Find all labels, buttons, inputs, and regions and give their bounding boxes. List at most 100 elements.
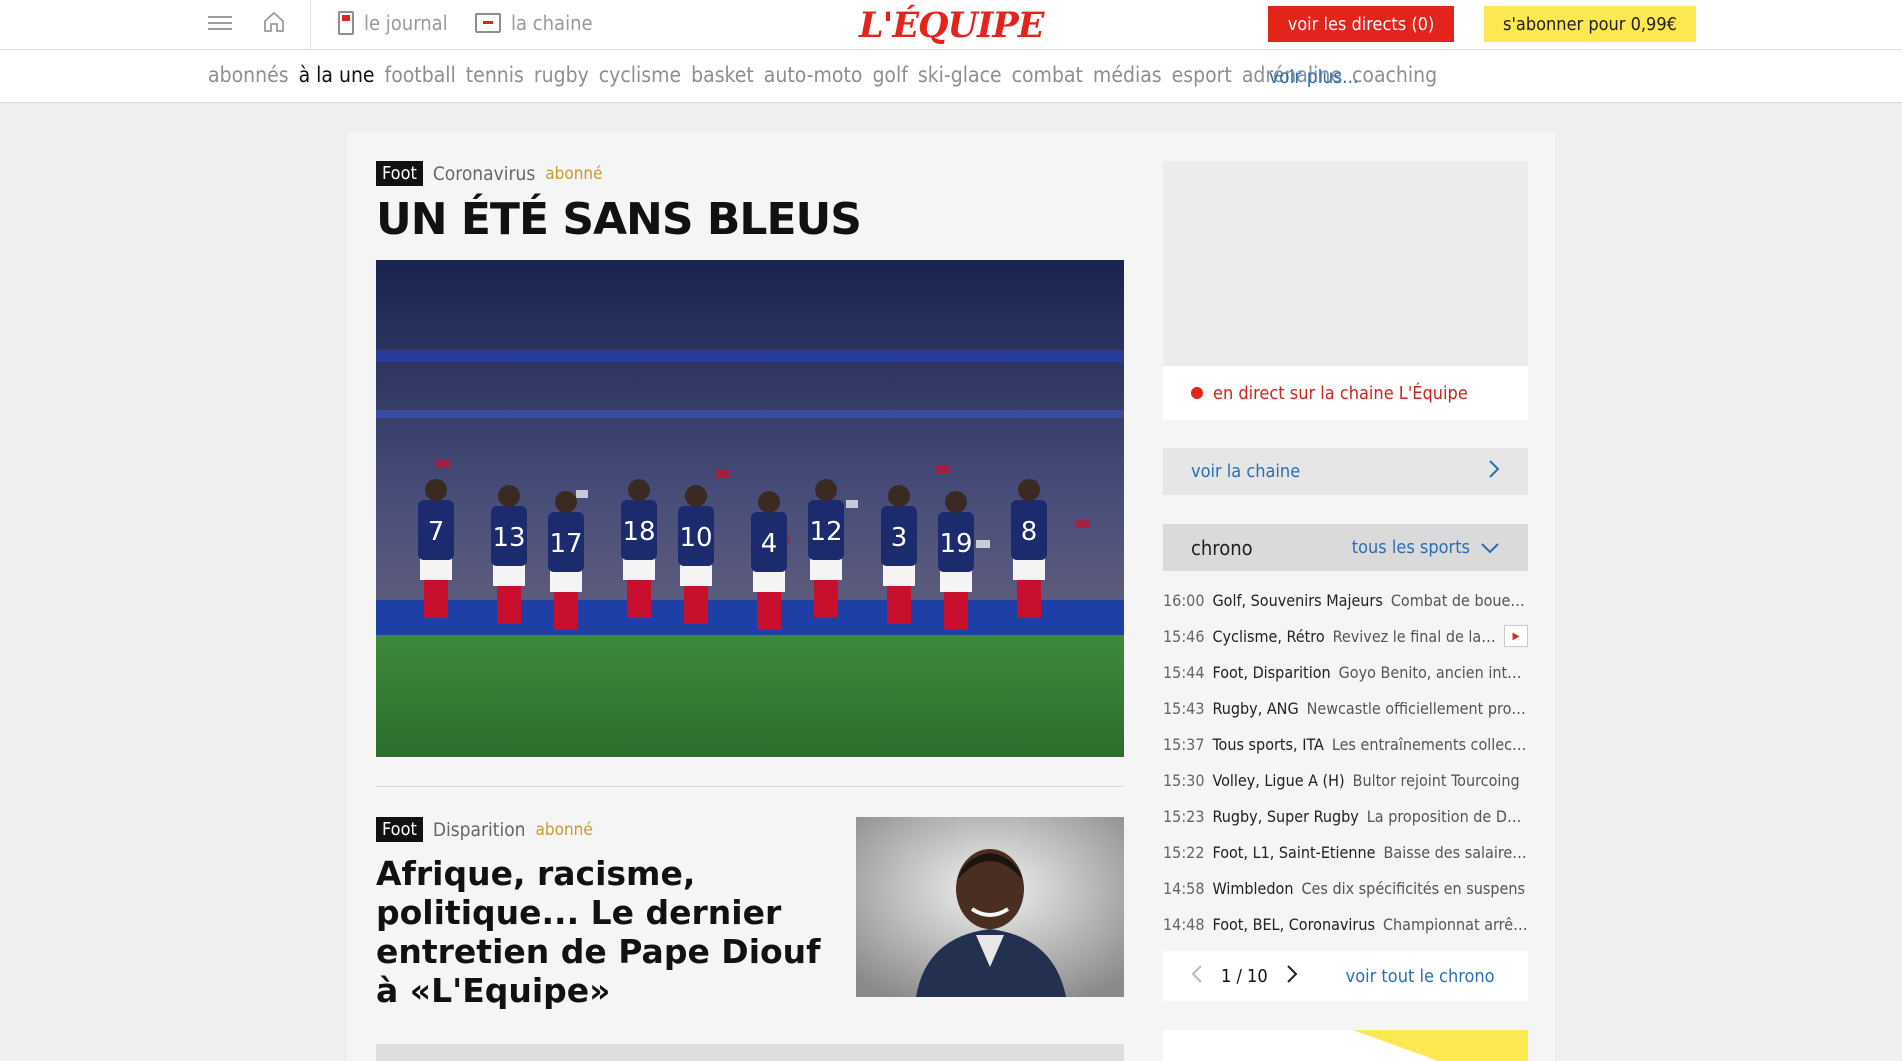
nav-item-ski-glace[interactable]: ski-glace [918,63,1002,87]
player-socks [684,586,708,624]
chrono-time: 16:00 [1163,590,1205,610]
sports-nav: abonnés à la une football tennis rugby cyclis… [0,50,1902,103]
chrono-row[interactable]: 15:30 Volley, Ligue A (H) Bultor rejoint T… [1163,762,1528,798]
chrono-row[interactable]: 15:37 Tous sports, ITA Les entraînements c… [1163,726,1528,762]
player-socks [757,592,781,630]
chrono-category: Foot, Disparition [1212,662,1331,682]
nav-item-esport[interactable]: esport [1172,63,1232,87]
chrono-row[interactable]: 14:48 Foot, BEL, Coronavirus Championnat a… [1163,906,1528,942]
player-shorts [753,570,785,592]
page-indicator: 1 / 10 [1221,965,1268,987]
chrono-row[interactable]: 15:22 Foot, L1, Saint-Etienne Baisse des s… [1163,834,1528,870]
player-shorts [680,564,712,586]
lead-headline[interactable]: UN ÉTÉ SANS BLEUS [376,194,1124,245]
voir-chaine-button[interactable]: voir la chaine [1163,448,1528,495]
voir-plus-link[interactable]: voir plus... [1269,66,1358,88]
nav-item-golf[interactable]: golf [872,63,907,87]
chrono-headline: Revivez le final de la de... [1332,626,1496,646]
player-head [815,479,837,501]
player-socks [814,580,838,618]
chrono-category: Rugby, Super Rugby [1212,806,1359,826]
nav-item-combat[interactable]: combat [1012,63,1083,87]
top-header: le journal la chaine L'ÉQUIPE voir les d… [0,0,1902,50]
nav-item-à-la-une[interactable]: à la une [299,63,375,87]
second-tagline: Foot Disparition abonné [376,817,826,842]
chrono-header: chrono tous les sports [1163,524,1528,571]
promo-banner[interactable] [1163,1030,1528,1061]
chevron-down-icon [1481,542,1499,553]
premium-badge: abonné [535,819,593,840]
chrono-time: 15:46 [1163,626,1205,646]
nav-item-rugby[interactable]: rugby [534,63,589,87]
site-logo[interactable]: L'ÉQUIPE [859,5,1044,46]
jersey-number: 18 [622,517,655,547]
directs-button[interactable]: voir les directs (0) [1268,6,1454,42]
sport-tag[interactable]: Foot [376,817,423,842]
chrono-headline: La proposition de Dobso... [1366,806,1528,826]
sports-nav-list: abonnés à la une football tennis rugby cyclis… [208,63,1437,87]
player-socks [1017,580,1041,618]
nav-item-tennis[interactable]: tennis [466,63,524,87]
nav-item-auto-moto[interactable]: auto-moto [764,63,863,87]
chrono-headline: Bultor rejoint Tourcoing [1352,770,1520,790]
second-article[interactable]: Foot Disparition abonné Afrique, racisme… [376,817,826,1010]
lead-tagline: Foot Coronavirus abonné [376,161,1124,186]
prev-page-icon[interactable] [1191,964,1203,989]
nav-item-football[interactable]: football [385,63,456,87]
home-icon[interactable] [262,10,286,34]
second-headline[interactable]: Afrique, racisme, politique... Le dernie… [376,854,826,1010]
tv-icon [475,13,501,33]
next-page-icon[interactable] [1286,964,1298,989]
player-shorts [493,564,525,586]
chrono-category: Foot, BEL, Coronavirus [1212,914,1375,934]
next-article-card[interactable] [376,1044,1124,1061]
player-head [498,485,520,507]
chrono-title: chrono [1191,535,1253,560]
player-socks [627,580,651,618]
sport-filter-dropdown[interactable]: tous les sports [1352,537,1500,558]
live-banner[interactable]: en direct sur la chaine L'Équipe [1163,366,1528,420]
video-player[interactable] [1163,161,1528,366]
player-head [758,491,780,513]
nav-item-cyclisme[interactable]: cyclisme [599,63,681,87]
jersey-number: 8 [1021,517,1038,547]
lead-article[interactable]: Foot Coronavirus abonné UN ÉTÉ SANS BLEU… [376,161,1124,245]
chrono-row[interactable]: 16:00 Golf, Souvenirs Majeurs Combat de bo… [1163,582,1528,618]
chrono-row[interactable]: 15:44 Foot, Disparition Goyo Benito, ancie… [1163,654,1528,690]
chrono-time: 14:58 [1163,878,1205,898]
nav-item-abonnés[interactable]: abonnés [208,63,289,87]
chrono-headline: Goyo Benito, ancien interna... [1338,662,1528,682]
lead-image[interactable]: 7 13 17 18 10 4 12 3 19 8 [376,260,1124,757]
player-shorts [940,570,972,592]
chrono-row[interactable]: 14:58 Wimbledon Ces dix spécificités en su… [1163,870,1528,906]
voir-chaine-label: voir la chaine [1191,461,1301,482]
player-head [888,485,910,507]
chrono-headline: Newcastle officiellement promu [1306,698,1528,718]
nav-item-coaching[interactable]: coaching [1352,63,1437,87]
journal-link[interactable]: le journal [338,9,448,37]
subscribe-button[interactable]: s'abonner pour 0,99€ [1484,6,1696,42]
chrono-category: Foot, L1, Saint-Etienne [1212,842,1376,862]
chrono-row[interactable]: 15:43 Rugby, ANG Newcastle officiellement … [1163,690,1528,726]
portrait-image[interactable] [856,817,1124,997]
nav-item-basket[interactable]: basket [691,63,754,87]
video-play-icon[interactable]: ▶ [1504,625,1528,647]
player-socks [887,586,911,624]
jersey-number: 10 [679,523,712,553]
sport-tag[interactable]: Foot [376,161,423,186]
chrono-row[interactable]: 15:23 Rugby, Super Rugby La proposition de… [1163,798,1528,834]
player-socks [554,592,578,630]
chaine-link[interactable]: la chaine [475,9,593,37]
player-shorts [1013,558,1045,580]
chrono-row[interactable]: 15:46 Cyclisme, Rétro Revivez le final de … [1163,618,1528,654]
menu-icon[interactable] [208,12,232,34]
player-head [425,479,447,501]
nav-item-médias[interactable]: médias [1093,63,1162,87]
voir-tout-chrono-link[interactable]: voir tout le chrono [1346,966,1495,987]
player-shorts [623,558,655,580]
chrono-headline: Les entraînements collectif... [1331,734,1528,754]
chrono-category: Tous sports, ITA [1212,734,1324,754]
chrono-time: 15:44 [1163,662,1205,682]
subject-label: Disparition [432,818,526,841]
main-content: Foot Coronavirus abonné UN ÉTÉ SANS BLEU… [347,132,1555,1061]
